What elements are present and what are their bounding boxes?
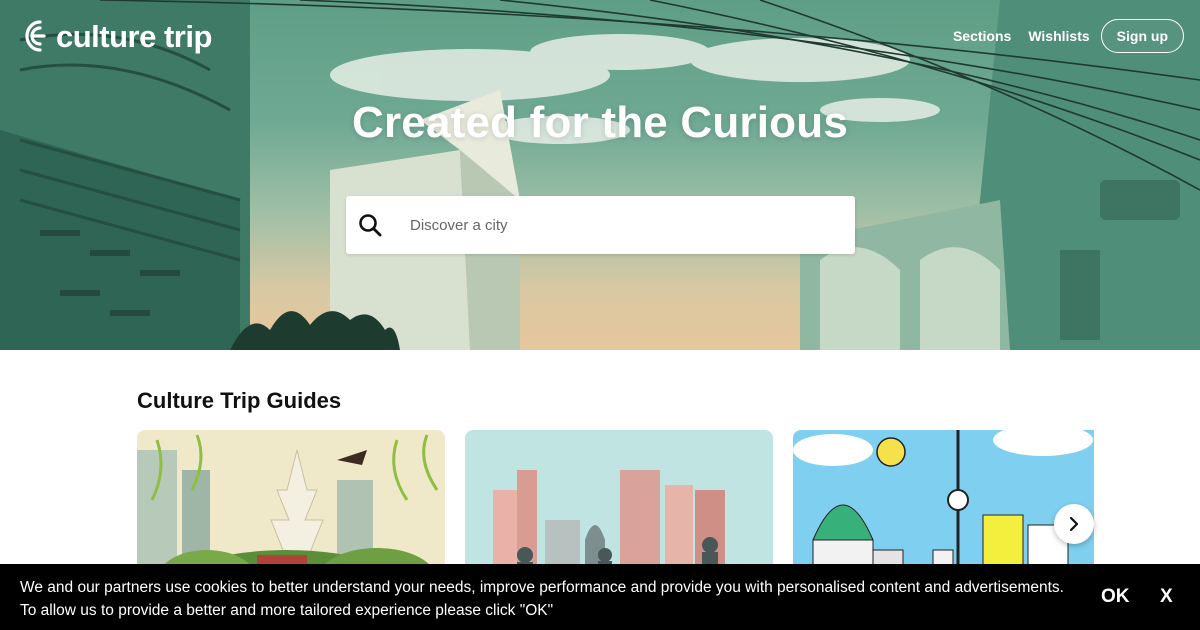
- hero-title: Created for the Curious: [352, 98, 848, 147]
- culture-trip-logo-icon: [25, 20, 46, 52]
- cookie-close-button[interactable]: X: [1160, 586, 1173, 608]
- nav-wishlists-link[interactable]: Wishlists: [1028, 28, 1089, 44]
- search-input[interactable]: [410, 216, 810, 234]
- cookie-banner: We and our partners use cookies to bette…: [0, 564, 1200, 630]
- search-bar: [346, 196, 855, 254]
- cookie-message-line-2: To allow us to provide a better and more…: [20, 602, 554, 619]
- nav-sections-link[interactable]: Sections: [953, 28, 1011, 44]
- chevron-right-icon: [1069, 516, 1079, 532]
- cookie-message-line-1: We and our partners use cookies to bette…: [20, 579, 1064, 596]
- hero-banner: culture trip Sections Wishlists Sign up …: [0, 0, 1200, 350]
- brand-name: culture trip: [56, 18, 212, 54]
- signup-button[interactable]: Sign up: [1100, 19, 1184, 53]
- cookie-ok-button[interactable]: OK: [1101, 586, 1130, 608]
- carousel-next-button[interactable]: [1054, 504, 1094, 544]
- cookie-message: We and our partners use cookies to bette…: [20, 576, 1100, 622]
- culture-trip-logo[interactable]: culture trip: [18, 18, 212, 54]
- top-nav: Sections Wishlists Sign up: [936, 19, 1184, 53]
- search-icon: [359, 214, 382, 237]
- guides-heading: Culture Trip Guides: [137, 388, 342, 413]
